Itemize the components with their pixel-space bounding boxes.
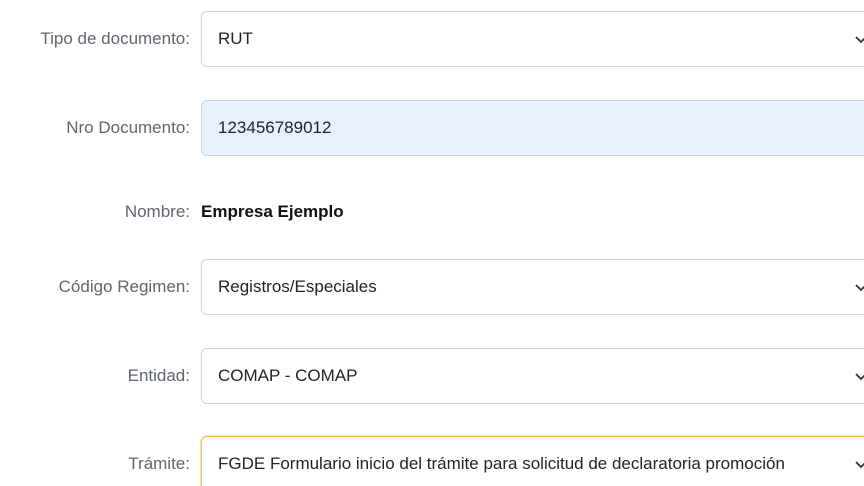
chevron-down-icon [855, 461, 864, 469]
codigo-regimen-value: Registros/Especiales [218, 277, 377, 296]
nombre-value: Empresa Ejemplo [201, 202, 344, 221]
tipo-documento-label: Tipo de documento: [40, 29, 190, 48]
chevron-down-icon [855, 373, 864, 381]
tramite-label: Trámite: [128, 454, 190, 473]
codigo-regimen-select[interactable]: Registros/Especiales [201, 259, 864, 315]
entidad-select[interactable]: COMAP - COMAP [201, 348, 864, 404]
codigo-regimen-label: Código Regimen: [58, 277, 190, 296]
codigo-regimen-row: Código Regimen: Registros/Especiales [0, 259, 864, 315]
tipo-documento-select[interactable]: RUT [201, 11, 864, 67]
entidad-row: Entidad: COMAP - COMAP [0, 348, 864, 404]
nro-documento-input[interactable]: 123456789012 [201, 100, 864, 156]
nro-documento-label: Nro Documento: [66, 118, 190, 137]
tramite-value: FGDE Formulario inicio del trámite para … [218, 454, 785, 473]
entidad-label: Entidad: [127, 366, 190, 385]
nro-documento-row: Nro Documento: 123456789012 [0, 100, 864, 156]
nombre-label: Nombre: [124, 202, 190, 221]
nombre-row: Nombre: Empresa Ejemplo [0, 184, 864, 240]
document-form: Tipo de documento: RUT Nro Documento: 12… [0, 0, 864, 486]
nro-documento-value: 123456789012 [218, 118, 332, 137]
tipo-documento-value: RUT [218, 29, 253, 48]
tipo-documento-row: Tipo de documento: RUT [0, 11, 864, 67]
entidad-value: COMAP - COMAP [218, 366, 358, 385]
tramite-row: Trámite: FGDE Formulario inicio del trám… [0, 436, 864, 486]
tramite-select[interactable]: FGDE Formulario inicio del trámite para … [201, 436, 864, 486]
chevron-down-icon [855, 36, 864, 44]
chevron-down-icon [855, 284, 864, 292]
